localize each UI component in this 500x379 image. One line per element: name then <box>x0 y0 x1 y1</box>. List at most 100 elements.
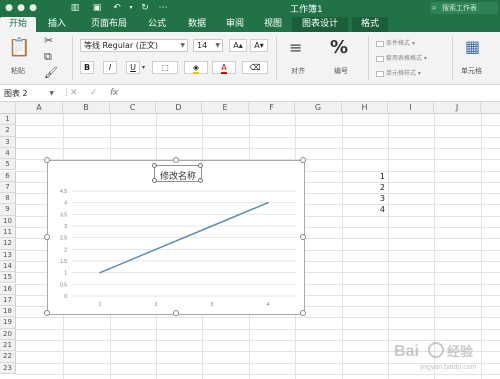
tab-home[interactable]: 开始 <box>0 17 36 32</box>
x-tick-label: 2 <box>155 302 158 308</box>
row-header-2[interactable]: 2 <box>0 125 16 137</box>
eraser-icon: ⌫ <box>249 63 261 72</box>
row-header-1[interactable]: 1 <box>0 114 16 126</box>
undo-icon[interactable]: ↶ <box>112 3 122 13</box>
minimize-window-icon[interactable]: ● <box>16 3 26 13</box>
y-tick-label: 0.5 <box>60 282 67 288</box>
row-gridline <box>16 125 500 127</box>
cells-label[interactable]: 单元格 <box>461 66 482 76</box>
align-label[interactable]: 对齐 <box>291 66 305 76</box>
font-size-select[interactable]: 14 ▼ <box>193 39 223 52</box>
row-header-11[interactable]: 11 <box>0 227 16 239</box>
cell-h8[interactable]: 3 <box>342 194 385 203</box>
title-handle[interactable] <box>198 163 203 168</box>
column-header-h[interactable]: H <box>342 102 388 114</box>
conditional-format-button[interactable]: 条件格式 ▾ <box>376 38 415 47</box>
tab-page-layout[interactable]: 页面布局 <box>82 17 136 32</box>
format-as-table-button[interactable]: 套用表格格式 ▾ <box>376 53 427 62</box>
paste-icon[interactable]: 📋 <box>8 38 30 58</box>
row-header-7[interactable]: 7 <box>0 181 16 194</box>
svg-text:经验: 经验 <box>447 344 474 360</box>
row-header-6[interactable]: 6 <box>0 170 16 182</box>
row-header-20[interactable]: 20 <box>0 328 16 340</box>
y-tick-label: 4 <box>64 201 67 207</box>
cells-icon[interactable]: ▦ <box>465 38 480 56</box>
shrink-font-button[interactable]: A▾ <box>250 39 268 52</box>
grow-font-button[interactable]: A▴ <box>229 39 247 52</box>
column-header-f[interactable]: F <box>249 102 295 114</box>
chart-title-box[interactable]: 修改名称 <box>152 163 203 183</box>
fill-color-button[interactable]: ◈ <box>184 61 208 74</box>
row-header-23[interactable]: 23 <box>0 362 16 374</box>
insert-function-button[interactable]: fx <box>110 87 119 100</box>
row-header-22[interactable]: 22 <box>0 351 16 363</box>
number-label[interactable]: 编号 <box>334 66 348 76</box>
row-header-21[interactable]: 21 <box>0 340 16 352</box>
close-window-icon[interactable]: ● <box>4 3 14 13</box>
row-header-14[interactable]: 14 <box>0 260 16 273</box>
align-icon[interactable]: ≡ <box>289 40 302 56</box>
tab-format[interactable]: 格式 <box>352 17 388 32</box>
row-header-19[interactable]: 19 <box>0 317 16 329</box>
column-header-c[interactable]: C <box>110 102 156 114</box>
name-box[interactable]: 图表 2 ▼ <box>4 87 56 100</box>
column-header-j[interactable]: J <box>434 102 481 114</box>
italic-button[interactable]: I <box>103 61 117 74</box>
column-header-e[interactable]: E <box>202 102 249 114</box>
tab-insert[interactable]: 插入 <box>40 17 74 32</box>
column-header-g[interactable]: G <box>295 102 342 114</box>
row-gridline <box>16 317 500 319</box>
underline-button[interactable]: U <box>126 61 140 74</box>
column-header-b[interactable]: B <box>63 102 110 114</box>
cancel-icon[interactable]: ✕ <box>70 87 78 100</box>
font-color-button[interactable]: A <box>212 61 236 74</box>
sidebar-toggle-icon[interactable]: ▥ <box>70 3 80 13</box>
zoom-window-icon[interactable]: ● <box>28 3 38 13</box>
more-commands-icon[interactable]: ⋯ <box>158 3 168 13</box>
row-header-10[interactable]: 10 <box>0 215 16 227</box>
redo-icon[interactable]: ↻ <box>140 3 150 13</box>
row-header-9[interactable]: 9 <box>0 204 16 216</box>
column-header-i[interactable]: I <box>388 102 434 114</box>
row-header-18[interactable]: 18 <box>0 306 16 318</box>
row-header-4[interactable]: 4 <box>0 147 16 160</box>
column-header-d[interactable]: D <box>156 102 202 114</box>
tab-data[interactable]: 数据 <box>180 17 214 32</box>
column-header-a[interactable]: A <box>16 102 63 114</box>
cell-styles-button[interactable]: 单元格样式 ▾ <box>376 68 421 77</box>
format-painter-icon[interactable]: 🖌 <box>44 67 58 79</box>
copy-icon[interactable]: ⧉ <box>44 51 52 63</box>
enter-icon[interactable]: ✓ <box>90 87 98 100</box>
underline-dropdown-icon[interactable]: ▾ <box>142 62 145 74</box>
row-header-15[interactable]: 15 <box>0 272 16 284</box>
row-header-13[interactable]: 13 <box>0 249 16 261</box>
tab-formulas[interactable]: 公式 <box>140 17 174 32</box>
chart-object[interactable]: 0 0.5 1 1.5 2 2.5 3 3.5 4 4.5 1 2 3 4 修改名称 <box>44 157 306 316</box>
row-header-12[interactable]: 12 <box>0 238 16 250</box>
search-input[interactable]: ⌕ 搜索工作表 <box>430 2 498 14</box>
tab-view[interactable]: 视图 <box>256 17 290 32</box>
cell-h9[interactable]: 4 <box>342 205 385 214</box>
row-header-3[interactable]: 3 <box>0 136 16 148</box>
percent-icon[interactable]: % <box>330 38 348 58</box>
tab-chart-design[interactable]: 图表设计 <box>292 17 348 32</box>
save-icon[interactable]: ▣ <box>92 3 102 13</box>
row-header-17[interactable]: 17 <box>0 294 16 307</box>
title-handle[interactable] <box>152 163 157 168</box>
undo-dropdown-icon[interactable]: ▾ <box>126 3 136 13</box>
tab-review[interactable]: 审阅 <box>218 17 252 32</box>
row-header-16[interactable]: 16 <box>0 283 16 295</box>
font-name-select[interactable]: 等线 Regular (正文) ▼ <box>80 39 188 52</box>
y-tick-label: 2.5 <box>60 236 67 242</box>
cell-h6[interactable]: 1 <box>342 172 385 181</box>
paste-label: 粘贴 <box>11 67 25 75</box>
clear-format-button[interactable]: ⌫ <box>242 61 268 74</box>
borders-button[interactable]: ⬚ <box>152 61 178 74</box>
formula-bar: 图表 2 ▼ ⋮ ✕ ✓ fx <box>0 85 500 102</box>
cell-h7[interactable]: 2 <box>342 183 385 192</box>
cut-icon[interactable]: ✂ <box>44 35 53 47</box>
row-header-5[interactable]: 5 <box>0 159 16 171</box>
row-header-8[interactable]: 8 <box>0 193 16 205</box>
select-all-corner[interactable] <box>0 102 16 114</box>
bold-button[interactable]: B <box>80 61 94 74</box>
